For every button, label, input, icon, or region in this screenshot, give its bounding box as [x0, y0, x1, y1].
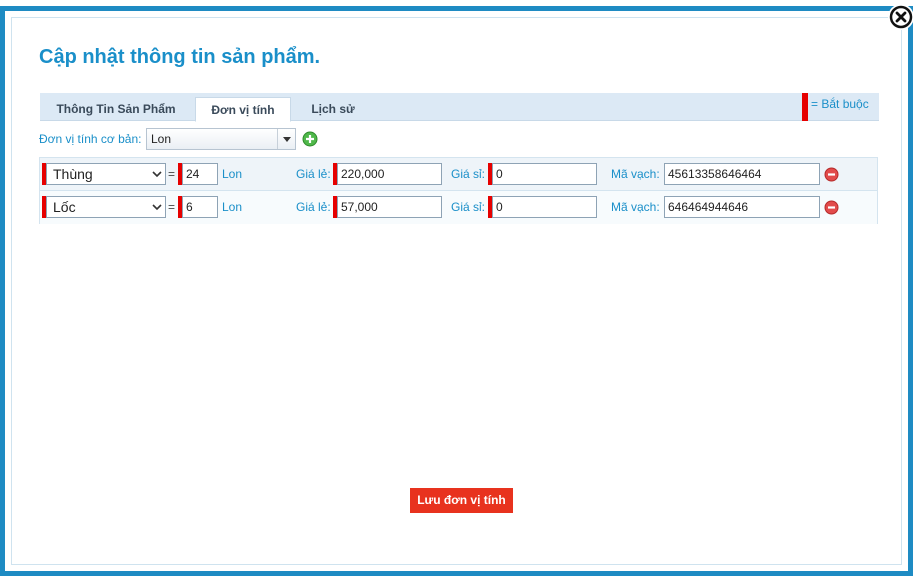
save-units-button[interactable]: Lưu đơn vị tính — [410, 488, 513, 513]
base-unit-label: Đơn vị tính cơ bản: — [39, 132, 142, 146]
wholesale-price-input[interactable]: 0 — [492, 163, 597, 185]
barcode-input[interactable]: 646464944646 — [664, 196, 820, 218]
unit-select-value: Lốc — [53, 199, 76, 215]
unit-select[interactable]: Thùng — [46, 163, 166, 185]
remove-circle-icon — [824, 200, 839, 215]
close-icon — [889, 5, 913, 29]
quantity-input[interactable]: 6 — [182, 196, 218, 218]
remove-circle-icon — [824, 167, 839, 182]
barcode-input[interactable]: 45613358646464 — [664, 163, 820, 185]
base-unit-row: Đơn vị tính cơ bản: — [39, 128, 141, 150]
remove-row-button[interactable] — [824, 200, 839, 215]
required-legend: = Bắt buộc — [802, 93, 869, 121]
page-title: Cập nhật thông tin sản phẩm. — [39, 46, 321, 68]
unit-table: Thùng = 24 Lon Giá lẻ: 220,000 Giá sỉ: 0… — [39, 157, 878, 224]
barcode-label: Mã vạch: — [611, 167, 660, 181]
barcode-label: Mã vạch: — [611, 200, 660, 214]
chevron-down-icon — [152, 204, 162, 211]
tab-history[interactable]: Lịch sử — [298, 97, 368, 122]
base-unit-select[interactable]: Lon — [146, 128, 296, 150]
table-row: Thùng = 24 Lon Giá lẻ: 220,000 Giá sỉ: 0… — [40, 158, 877, 191]
base-unit-value: Lon — [151, 132, 172, 146]
wholesale-price-input[interactable]: 0 — [492, 196, 597, 218]
dropdown-arrow-icon — [277, 129, 295, 149]
tab-bar: Thông Tin Sản Phẩm Đơn vị tính Lịch sử — [40, 93, 879, 122]
retail-price-label: Giá lẻ: — [296, 167, 331, 181]
retail-price-input[interactable]: 220,000 — [337, 163, 442, 185]
chevron-down-icon — [152, 171, 162, 178]
table-row: Lốc = 6 Lon Giá lẻ: 57,000 Giá sỉ: 0 Mã … — [40, 191, 877, 224]
unit-select[interactable]: Lốc — [46, 196, 166, 218]
quantity-input[interactable]: 24 — [182, 163, 218, 185]
wholesale-price-label: Giá sỉ: — [451, 167, 486, 181]
wholesale-price-label: Giá sỉ: — [451, 200, 486, 214]
required-legend-text: = Bắt buộc — [811, 97, 869, 111]
required-marker — [802, 93, 808, 121]
retail-price-label: Giá lẻ: — [296, 200, 331, 214]
add-unit-button[interactable] — [302, 131, 318, 147]
equals-sign: = — [168, 200, 176, 214]
equals-sign: = — [168, 167, 176, 181]
tab-units[interactable]: Đơn vị tính — [195, 97, 291, 122]
unit-select-value: Thùng — [53, 166, 93, 182]
retail-price-input[interactable]: 57,000 — [337, 196, 442, 218]
tab-product-info[interactable]: Thông Tin Sản Phẩm — [46, 97, 186, 122]
remove-row-button[interactable] — [824, 167, 839, 182]
add-circle-icon — [302, 131, 318, 147]
base-unit-text: Lon — [222, 167, 243, 181]
close-button[interactable] — [888, 4, 914, 30]
base-unit-text: Lon — [222, 200, 243, 214]
